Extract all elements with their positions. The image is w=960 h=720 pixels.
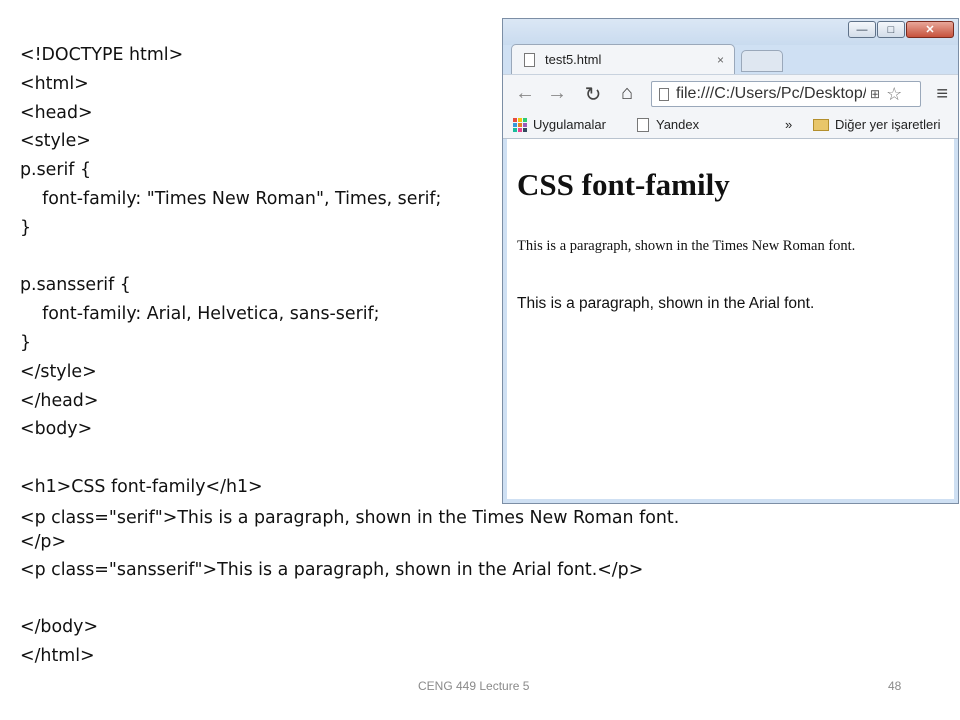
slide-footer-label: CENG 449 Lecture 5	[418, 679, 530, 693]
bookmark-star-icon[interactable]: ☆	[886, 84, 902, 105]
window-title-bar: — □ ✕	[503, 19, 958, 45]
menu-icon[interactable]: ≡	[936, 83, 948, 106]
bookmark-label: Yandex	[656, 117, 700, 132]
bookmark-other[interactable]: Diğer yer işaretleri	[813, 117, 940, 132]
new-tab-button[interactable]	[741, 50, 783, 72]
serif-paragraph: This is a paragraph, shown in the Times …	[517, 238, 856, 254]
browser-window: — □ ✕ test5.html × ← → ↻ ⌂ file:///C:/Us…	[502, 18, 959, 504]
window-controls: — □ ✕	[847, 21, 954, 38]
close-window-button[interactable]: ✕	[906, 21, 954, 38]
slide-page-number: 48	[888, 679, 902, 693]
code-line: </body>	[20, 617, 99, 638]
bookmarks-overflow-button[interactable]: »	[785, 117, 792, 132]
page-heading: CSS font-family	[517, 167, 730, 202]
bookmark-label: Diğer yer işaretleri	[835, 117, 941, 132]
address-bar[interactable]: file:///C:/Users/Pc/Desktop/test5.html ⊞…	[651, 81, 921, 107]
apps-dot	[513, 127, 517, 132]
page-icon	[524, 52, 535, 67]
folder-icon	[813, 118, 829, 131]
page-icon	[659, 87, 669, 101]
code-line: </html>	[20, 646, 95, 667]
apps-dot	[523, 122, 527, 127]
page-content: CSS font-family This is a paragraph, sho…	[507, 139, 954, 499]
apps-dot	[518, 127, 522, 132]
apps-dot	[523, 127, 527, 132]
tab-close-icon[interactable]: ×	[717, 53, 724, 67]
bookmarks-bar: Uygulamalar Yandex » Diğer yer işaretler…	[503, 112, 958, 139]
browser-toolbar: ← → ↻ ⌂ file:///C:/Users/Pc/Desktop/test…	[503, 74, 958, 113]
bookmark-yandex[interactable]: Yandex	[637, 117, 699, 132]
apps-dot	[513, 117, 517, 122]
minimize-button[interactable]: —	[848, 21, 876, 38]
bookmark-label: Uygulamalar	[533, 117, 606, 132]
back-icon[interactable]: ←	[513, 82, 537, 105]
apps-grid-icon	[513, 117, 527, 132]
tab-test5[interactable]: test5.html ×	[511, 44, 735, 74]
page-icon	[637, 117, 649, 132]
apps-dot	[518, 122, 522, 127]
chevron-right-icon: »	[785, 117, 793, 132]
code-line: <p class="serif">This is a paragraph, sh…	[20, 507, 680, 552]
address-input[interactable]: file:///C:/Users/Pc/Desktop/test5.html	[676, 85, 866, 103]
apps-dot	[513, 122, 517, 127]
apps-dot	[518, 117, 522, 122]
reload-icon[interactable]: ↻	[581, 82, 605, 107]
sansserif-paragraph: This is a paragraph, shown in the Arial …	[517, 295, 815, 312]
home-icon[interactable]: ⌂	[615, 82, 639, 105]
apps-dot	[523, 117, 527, 122]
code-line: <p class="sansserif">This is a paragraph…	[20, 559, 644, 580]
page-info-icon[interactable]: ⊞	[870, 87, 880, 101]
forward-icon[interactable]: →	[545, 82, 569, 105]
maximize-button[interactable]: □	[877, 21, 905, 38]
bookmark-apps[interactable]: Uygulamalar	[513, 117, 606, 132]
tab-title: test5.html	[545, 52, 602, 67]
